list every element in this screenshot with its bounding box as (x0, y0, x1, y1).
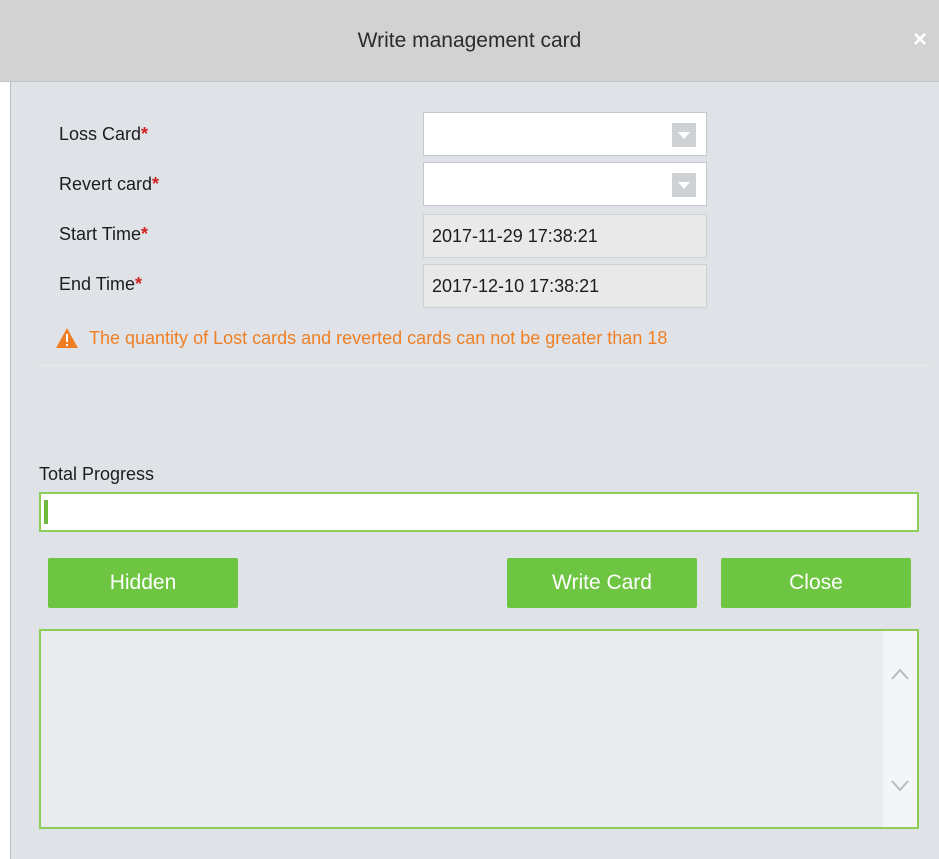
end-time-label: End Time* (59, 274, 142, 295)
start-time-label: Start Time* (59, 224, 148, 245)
dialog-body: Loss Card* Revert card* Start Time* 2017… (10, 82, 939, 859)
close-icon[interactable]: × (908, 28, 932, 52)
write-management-card-dialog: Write management card × Loss Card* Rever… (0, 0, 939, 859)
progress-fill (44, 500, 48, 524)
revert-card-label: Revert card* (59, 174, 159, 195)
required-mark: * (135, 274, 143, 294)
dialog-title: Write management card (357, 29, 582, 52)
warning-text: The quantity of Lost cards and reverted … (89, 327, 668, 348)
hidden-button[interactable]: Hidden (48, 558, 238, 608)
revert-card-label-text: Revert card (59, 174, 153, 194)
close-button[interactable]: Close (721, 558, 911, 608)
loss-card-select[interactable] (423, 112, 707, 156)
warning-message: The quantity of Lost cards and reverted … (55, 324, 667, 352)
total-progress-bar (39, 492, 919, 532)
required-mark: * (141, 224, 149, 244)
chevron-down-icon[interactable] (672, 173, 696, 197)
log-output-area[interactable] (39, 629, 919, 829)
warning-triangle-icon (56, 328, 78, 348)
required-mark: * (152, 174, 160, 194)
write-card-button[interactable]: Write Card (507, 558, 697, 608)
end-time-label-text: End Time (59, 274, 136, 294)
start-time-field[interactable]: 2017-11-29 17:38:21 (423, 214, 707, 258)
revert-card-select[interactable] (423, 162, 707, 206)
end-time-field[interactable]: 2017-12-10 17:38:21 (423, 264, 707, 308)
chevron-down-icon[interactable] (890, 779, 910, 793)
total-progress-label: Total Progress (39, 464, 155, 484)
loss-card-label: Loss Card* (59, 124, 148, 145)
loss-card-label-text: Loss Card (59, 124, 142, 144)
dialog-titlebar: Write management card × (0, 0, 939, 82)
card-form: Loss Card* Revert card* Start Time* 2017… (39, 96, 929, 366)
chevron-up-icon[interactable] (890, 667, 910, 681)
chevron-down-icon[interactable] (672, 123, 696, 147)
required-mark: * (141, 124, 149, 144)
log-scrollbar[interactable] (883, 631, 917, 827)
start-time-label-text: Start Time (59, 224, 142, 244)
